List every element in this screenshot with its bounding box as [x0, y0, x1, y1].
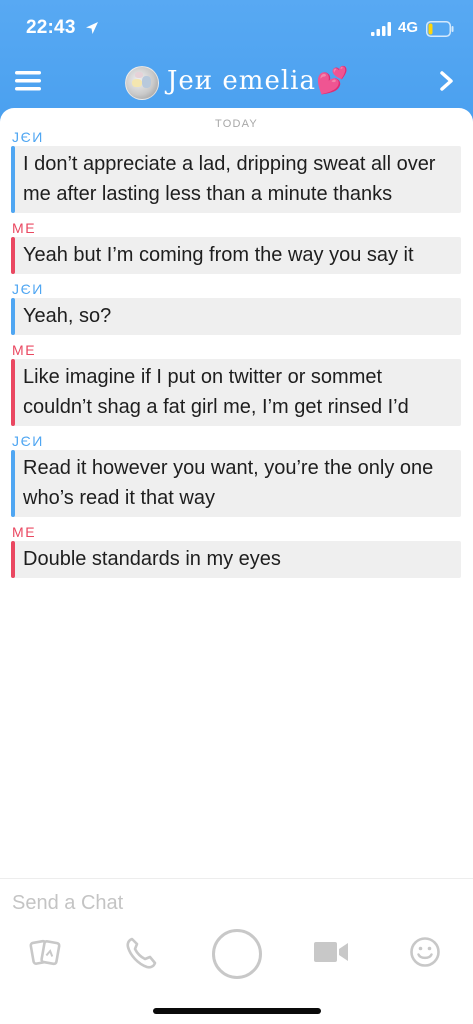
message-bubble[interactable]: Yeah, so? [11, 298, 461, 335]
header: 22:43 4G Jeи emelia💕 [0, 0, 473, 122]
message-group: JЄИ Yeah, so? [0, 280, 473, 335]
message-bubble[interactable]: I don’t appreciate a lad, dripping sweat… [11, 146, 461, 213]
nav-bar: Jeи emelia💕 [0, 58, 473, 108]
input-divider [0, 878, 473, 879]
sender-label: ME [12, 220, 37, 236]
sender-label: JЄИ [12, 129, 44, 145]
message-group: ME Double standards in my eyes [0, 523, 473, 578]
location-arrow-icon [86, 22, 98, 34]
status-time: 22:43 [26, 17, 76, 38]
sender-label: ME [12, 342, 37, 358]
battery-icon [426, 21, 454, 37]
network-type: 4G [398, 19, 419, 36]
memories-icon[interactable] [28, 935, 64, 971]
phone-icon[interactable] [124, 936, 158, 970]
emoji-icon[interactable] [409, 936, 441, 968]
message-group: ME Like imagine if I put on twitter or s… [0, 341, 473, 426]
message-group: JЄИ Read it however you want, you’re the… [0, 432, 473, 517]
message-group: ME Yeah but I’m coming from the way you … [0, 219, 473, 274]
sender-label: JЄИ [12, 433, 44, 449]
contact-avatar[interactable] [125, 66, 159, 100]
home-indicator[interactable] [153, 1008, 321, 1014]
message-group: JЄИ I don’t appreciate a lad, dripping s… [0, 128, 473, 213]
message-bubble[interactable]: Read it however you want, you’re the onl… [11, 450, 461, 517]
chat-panel: TODAY JЄИ I don’t appreciate a lad, drip… [0, 108, 473, 1024]
message-bubble[interactable]: Double standards in my eyes [11, 541, 461, 578]
sender-label: ME [12, 524, 37, 540]
signal-strength-icon [371, 22, 391, 36]
menu-icon[interactable] [14, 68, 42, 94]
send-chat-input[interactable] [12, 888, 452, 918]
chat-toolbar [0, 925, 473, 985]
sender-label: JЄИ [12, 281, 44, 297]
message-bubble[interactable]: Yeah but I’m coming from the way you say… [11, 237, 461, 274]
chevron-right-icon[interactable] [439, 70, 455, 92]
chat-screen: 22:43 4G Jeи emelia💕 TODAY JЄИ I don’t a… [0, 0, 473, 1024]
contact-name[interactable]: Jeи emelia💕 [167, 66, 349, 96]
capture-button[interactable] [212, 929, 262, 979]
status-bar: 22:43 4G [0, 0, 473, 58]
message-list: JЄИ I don’t appreciate a lad, dripping s… [0, 128, 473, 584]
video-icon[interactable] [313, 937, 349, 967]
message-bubble[interactable]: Like imagine if I put on twitter or somm… [11, 359, 461, 426]
